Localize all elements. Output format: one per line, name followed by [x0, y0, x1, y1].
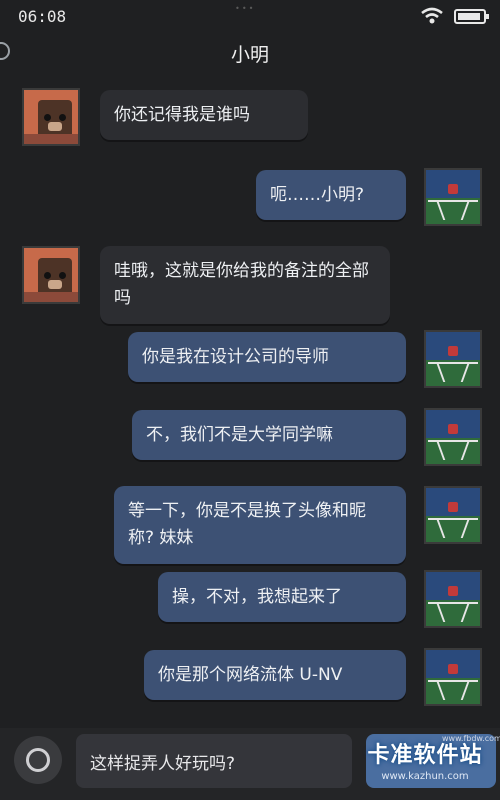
friend-avatar[interactable] [22, 246, 80, 304]
message-list: 你还记得我是谁吗 呃……小明? 哇哦，这就是你给我的备注的全部吗 你是我在设计公… [0, 74, 500, 724]
status-bar: 06:08 ••• [0, 0, 500, 32]
message-bubble: 哇哦，这就是你给我的备注的全部吗 [100, 246, 390, 324]
wifi-icon [421, 7, 443, 24]
message-bubble: 操，不对，我想起来了 [158, 572, 406, 622]
message-bubble: 不，我们不是大学同学嘛 [132, 410, 406, 460]
message-bubble: 你是我在设计公司的导师 [128, 332, 406, 382]
camera-button[interactable] [14, 736, 62, 784]
contact-name: 小明 [230, 43, 269, 66]
my-avatar[interactable] [424, 648, 482, 706]
watermark-small-url: www.fbdw.com [442, 734, 500, 743]
message-draft: 这样捉弄人好玩吗? [90, 753, 236, 774]
message-bubble: 你是那个网络流体 U-NV [144, 650, 406, 700]
camera-icon [26, 748, 50, 772]
my-avatar[interactable] [424, 408, 482, 466]
message-input[interactable]: 这样捉弄人好玩吗? [76, 734, 352, 788]
back-icon[interactable] [0, 42, 10, 60]
watermark-url: www.kazhun.com [381, 771, 469, 782]
message-bubble: 等一下，你是不是换了头像和昵称? 妹妹 [114, 486, 406, 564]
battery-icon [454, 8, 489, 24]
chat-header: 小明 [0, 32, 500, 74]
chat-screen: 06:08 ••• 小明 你还记得我是谁吗 呃……小明? 哇哦，这就是你给我的备… [0, 0, 500, 800]
my-avatar[interactable] [424, 330, 482, 388]
my-avatar[interactable] [424, 486, 482, 544]
battery-level [458, 12, 480, 20]
status-time: 06:08 [18, 6, 67, 26]
watermark-title: 卡准软件站 [367, 743, 483, 768]
watermark-logo: www.fbdw.com 卡准软件站 www.kazhun.com [352, 734, 500, 794]
status-dots: ••• [235, 4, 256, 13]
status-icons [420, 7, 489, 25]
message-bubble: 你还记得我是谁吗 [100, 90, 308, 140]
my-avatar[interactable] [424, 570, 482, 628]
my-avatar[interactable] [424, 168, 482, 226]
message-bubble: 呃……小明? [256, 170, 406, 220]
friend-avatar[interactable] [22, 88, 80, 146]
